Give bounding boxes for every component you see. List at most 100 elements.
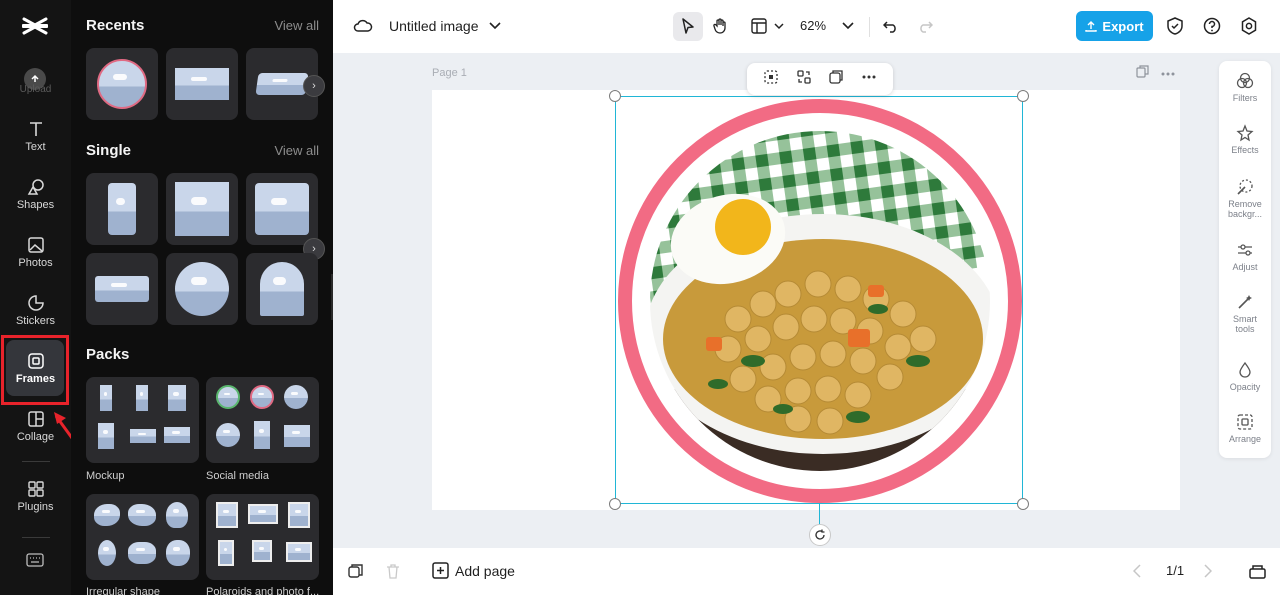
effects-button[interactable]: Effects: [1219, 124, 1271, 155]
single-frame-arch[interactable]: [246, 253, 318, 325]
delete-page-button[interactable]: [386, 563, 400, 584]
recents-view-all-link[interactable]: View all: [274, 18, 319, 33]
replace-icon: [797, 69, 811, 84]
rotate-handle[interactable]: [809, 524, 831, 546]
smart-tools-button[interactable]: Smart tools: [1219, 293, 1271, 334]
single-frame-square[interactable]: [166, 173, 238, 245]
page-more-button[interactable]: [1161, 65, 1175, 81]
bottom-bar: Add page 1/1: [333, 548, 1280, 595]
frame-preview: [218, 540, 234, 566]
stickers-icon: [27, 294, 44, 311]
recent-frame-strip[interactable]: [166, 48, 238, 120]
top-bar: Untitled image 62% Export: [333, 0, 1280, 53]
recents-title: Recents: [86, 17, 145, 34]
prev-page-button[interactable]: [1132, 564, 1141, 583]
layout-button[interactable]: [749, 16, 769, 36]
replace-button[interactable]: [796, 69, 812, 90]
keyboard-shortcuts-button[interactable]: [26, 553, 44, 572]
pages-icon: [1249, 565, 1266, 579]
duplicate-page-bottom-button[interactable]: [348, 563, 364, 584]
opacity-button[interactable]: Opacity: [1219, 361, 1271, 392]
document-title[interactable]: Untitled image: [389, 18, 479, 34]
chevron-down-icon: [489, 22, 501, 30]
frame-preview: [128, 504, 156, 526]
recents-next-button[interactable]: ›: [303, 75, 325, 97]
frames-highlight-box: [1, 335, 69, 405]
recent-frame-circle[interactable]: [86, 48, 158, 120]
hand-tool-button[interactable]: [711, 16, 731, 36]
pack-label: Irregular shape: [86, 586, 160, 595]
single-title: Single: [86, 142, 132, 159]
add-page-button[interactable]: Add page: [432, 562, 515, 579]
toolbar-divider: [869, 17, 870, 37]
chevron-right-icon: [1204, 564, 1213, 578]
arrange-button[interactable]: Arrange: [1219, 413, 1271, 444]
frame-preview: [216, 385, 240, 409]
rail-item-shapes[interactable]: Shapes: [0, 168, 71, 220]
pack-label: Polaroids and photo f...: [206, 586, 320, 595]
hand-icon: [713, 18, 726, 34]
resize-handle-top-left[interactable]: [609, 90, 621, 102]
pack-label: Mockup: [86, 470, 125, 482]
pack-irregular-shape[interactable]: [86, 494, 199, 580]
frame-preview: [168, 385, 186, 411]
canvas-workspace[interactable]: Page 1: [333, 53, 1280, 548]
single-frame-landscape[interactable]: [86, 253, 158, 325]
duplicate-icon: [1136, 65, 1149, 78]
smart-tools-icon: [1238, 295, 1252, 309]
duplicate-page-button[interactable]: [1136, 65, 1149, 81]
filters-icon: [1236, 72, 1254, 89]
pack-social-media[interactable]: [206, 377, 319, 463]
single-frame-phone[interactable]: [86, 173, 158, 245]
export-button[interactable]: Export: [1076, 11, 1153, 41]
resize-handle-bottom-left[interactable]: [609, 498, 621, 510]
next-page-button[interactable]: [1204, 564, 1213, 583]
adjust-button[interactable]: Adjust: [1219, 241, 1271, 272]
redo-button[interactable]: [915, 16, 935, 36]
frame-preview: [286, 542, 312, 562]
layout-dropdown[interactable]: [769, 16, 789, 36]
trash-icon: [387, 564, 399, 579]
cloud-save-button[interactable]: [353, 16, 373, 36]
rail-item-stickers[interactable]: Stickers: [0, 284, 71, 336]
page-manager-button[interactable]: [1249, 563, 1266, 584]
frame-preview: [288, 502, 310, 528]
single-frame-circle[interactable]: [166, 253, 238, 325]
shield-button[interactable]: [1165, 16, 1185, 36]
frame-preview: [98, 540, 116, 566]
title-dropdown[interactable]: [485, 16, 505, 36]
rail-item-photos[interactable]: Photos: [0, 226, 71, 278]
frame-preview: [166, 502, 188, 528]
zoom-dropdown[interactable]: [838, 16, 858, 36]
remove-background-button[interactable]: Remove backgr...: [1219, 178, 1271, 219]
pack-polaroids[interactable]: [206, 494, 319, 580]
select-tool-button[interactable]: [678, 16, 698, 36]
properties-panel: Filters Effects Remove backgr... Adjust …: [1219, 61, 1271, 458]
crop-select-button[interactable]: [763, 69, 779, 90]
resize-handle-bottom-right[interactable]: [1017, 498, 1029, 510]
frame-preview: [166, 540, 190, 566]
rail-item-text[interactable]: Text: [0, 110, 71, 162]
effects-icon: [1236, 124, 1254, 142]
export-label: Export: [1102, 18, 1144, 34]
settings-button[interactable]: [1239, 16, 1259, 36]
frame-preview: [216, 502, 238, 528]
undo-button[interactable]: [881, 16, 901, 36]
add-page-label: Add page: [455, 562, 515, 579]
chevron-down-icon: [842, 22, 854, 30]
single-frame-rounded[interactable]: [246, 173, 318, 245]
help-button[interactable]: [1202, 16, 1222, 36]
single-view-all-link[interactable]: View all: [274, 143, 319, 158]
rail-item-plugins[interactable]: Plugins: [0, 470, 71, 522]
more-button[interactable]: [861, 69, 877, 90]
pack-mockup[interactable]: [86, 377, 199, 463]
packs-title: Packs: [86, 346, 130, 363]
adjust-label: Adjust: [1232, 262, 1258, 272]
resize-handle-top-right[interactable]: [1017, 90, 1029, 102]
rotate-icon: [815, 529, 825, 540]
crop-icon: [764, 69, 778, 84]
copy-button[interactable]: [828, 69, 844, 90]
zoom-level[interactable]: 62%: [800, 18, 826, 33]
filters-button[interactable]: Filters: [1219, 72, 1271, 103]
opacity-icon: [1239, 361, 1251, 378]
